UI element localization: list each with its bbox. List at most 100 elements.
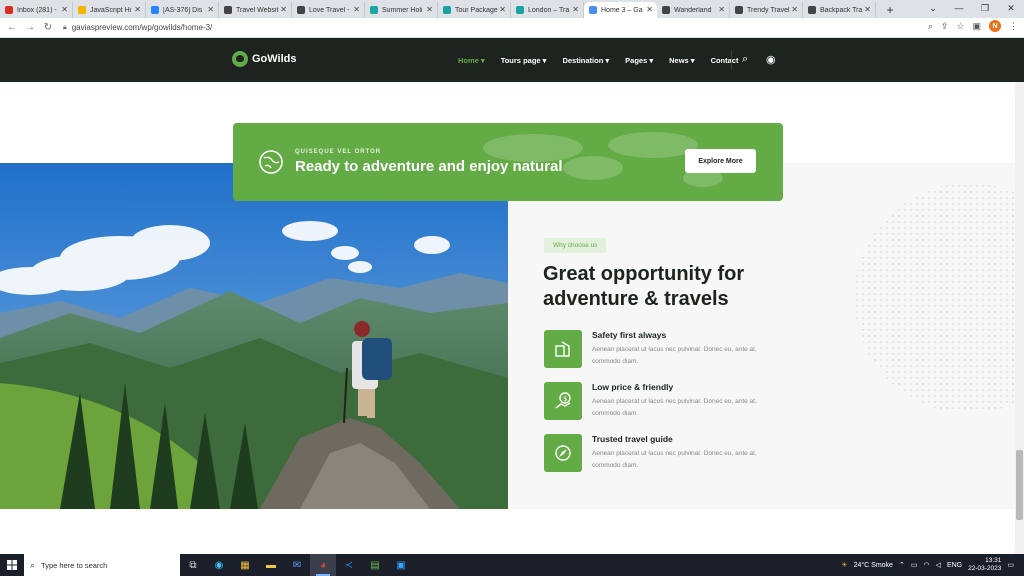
- minimize-icon[interactable]: —: [946, 0, 972, 18]
- nav-label: Home: [458, 55, 479, 65]
- back-icon[interactable]: ←: [3, 22, 21, 33]
- tab-label: JavaScript Hi: [90, 6, 132, 14]
- site-favicon-icon: [808, 6, 816, 14]
- zoom-icon[interactable]: ⌕: [928, 21, 933, 32]
- feature-item: Safety first always Aenean placerat ut l…: [544, 330, 794, 370]
- tray-chevron-icon[interactable]: ⌃: [899, 561, 905, 569]
- logo-globe-icon: [232, 51, 248, 67]
- weather-text[interactable]: 24°C Smoke: [854, 562, 893, 569]
- notification-icon[interactable]: ▭: [1007, 561, 1014, 569]
- browser-tab-strip: Inbox (281) - ✕ JavaScript Hi ✕ [AS-376] D…: [0, 0, 1024, 18]
- browser-tab[interactable]: Summer Holi ✕: [365, 2, 438, 18]
- why-headline: Great opportunity for adventure & travel…: [543, 263, 745, 310]
- notepad-icon[interactable]: ▤: [362, 554, 388, 576]
- close-tab-icon[interactable]: ✕: [353, 5, 360, 14]
- mail-icon[interactable]: ✉: [284, 554, 310, 576]
- close-tab-icon[interactable]: ✕: [864, 5, 871, 14]
- restore-icon[interactable]: ❐: [972, 0, 998, 18]
- browser-tab[interactable]: Tour Package ✕: [438, 2, 511, 18]
- close-tab-icon[interactable]: ✕: [646, 5, 653, 14]
- windows-taskbar: ⌕ Type here to search ⧉ ◉ ▦ ▬ ✉ ◕ ≺ ▤ ▣ …: [0, 554, 1024, 576]
- network-icon[interactable]: ▭: [911, 561, 918, 569]
- taskbar-search-field[interactable]: ⌕ Type here to search: [24, 554, 180, 576]
- clock-date: 22-03-2023: [968, 565, 1002, 572]
- browser-tab-active[interactable]: Home 3 – Ga ✕: [584, 2, 657, 18]
- close-tab-icon[interactable]: ✕: [718, 5, 725, 14]
- lock-icon[interactable]: 🔒︎: [63, 24, 67, 32]
- site-favicon-icon: [662, 6, 670, 14]
- tab-label: Trendy Travel: [747, 6, 790, 14]
- close-window-icon[interactable]: ✕: [998, 0, 1024, 18]
- reload-icon[interactable]: ↻: [39, 22, 57, 33]
- bookmark-star-icon[interactable]: ☆: [956, 21, 964, 32]
- nav-item-destination[interactable]: Destination ▾: [562, 56, 609, 65]
- close-tab-icon[interactable]: ✕: [134, 5, 141, 14]
- price-icon: $: [544, 382, 582, 420]
- nav-item-tours[interactable]: Tours page ▾: [501, 56, 547, 65]
- browser-tab[interactable]: Travel Websit ✕: [219, 2, 292, 18]
- gmail-favicon-icon: [5, 6, 13, 14]
- feature-description: Aenean placerat ut lacus nec pulvinar. D…: [592, 398, 757, 417]
- vscode-icon[interactable]: ≺: [336, 554, 362, 576]
- close-tab-icon[interactable]: ✕: [61, 5, 68, 14]
- explore-more-button[interactable]: Explore More: [685, 149, 756, 173]
- search-icon[interactable]: ⌕: [742, 53, 748, 66]
- edge-icon[interactable]: ◉: [206, 554, 232, 576]
- browser-tab[interactable]: London – Tra ✕: [511, 2, 584, 18]
- close-tab-icon[interactable]: ✕: [499, 5, 506, 14]
- browser-tab[interactable]: [AS-376] Dis ✕: [146, 2, 219, 18]
- clock-time: 13:31: [985, 557, 1002, 564]
- feature-description: Aenean placerat ut lacus nec pulvinar. D…: [592, 450, 757, 469]
- sidepanel-icon[interactable]: ▣: [972, 21, 981, 32]
- share-icon[interactable]: ⇪: [941, 21, 949, 32]
- tab-label: Home 3 – Ga: [601, 6, 643, 14]
- close-tab-icon[interactable]: ✕: [426, 5, 433, 14]
- account-icon[interactable]: ◉: [766, 53, 776, 66]
- tab-label: Travel Websit: [236, 6, 279, 14]
- address-bar: ← → ↻ 🔒︎ gaviaspreview.com/wp/gowilds/ho…: [0, 18, 1024, 38]
- browser-tab[interactable]: Inbox (281) - ✕: [0, 2, 73, 18]
- windows-start-icon[interactable]: [0, 554, 24, 576]
- profile-avatar[interactable]: N: [989, 20, 1001, 32]
- nav-item-home[interactable]: Home ▾: [458, 56, 485, 65]
- browser-tab[interactable]: Trendy Travel ✕: [730, 2, 803, 18]
- close-tab-icon[interactable]: ✕: [572, 5, 579, 14]
- url-field[interactable]: 🔒︎ gaviaspreview.com/wp/gowilds/home-3/: [63, 20, 913, 35]
- browser-tab[interactable]: Backpack Tra ✕: [803, 2, 876, 18]
- nav-item-contact[interactable]: Contact: [711, 56, 739, 65]
- new-tab-button[interactable]: +: [882, 2, 898, 18]
- nav-item-pages[interactable]: Pages ▾: [625, 56, 653, 65]
- tab-search-icon[interactable]: ⌄: [920, 0, 946, 18]
- volume-icon[interactable]: ◁: [936, 561, 941, 569]
- taskbar-clock[interactable]: 13:31 22-03-2023: [968, 557, 1001, 573]
- language-indicator[interactable]: ENG: [947, 562, 962, 569]
- browser-tab[interactable]: Wanderland ✕: [657, 2, 730, 18]
- tab-label: Summer Holi: [382, 6, 423, 14]
- forward-icon[interactable]: →: [21, 22, 39, 33]
- store-icon[interactable]: ▦: [232, 554, 258, 576]
- browser-tab[interactable]: Love Travel - ✕: [292, 2, 365, 18]
- page-scrollbar[interactable]: [1015, 82, 1024, 554]
- wifi-icon[interactable]: ◠: [923, 561, 929, 569]
- banner-kicker: QUISEQUE VEL ORTOR: [295, 149, 382, 155]
- photoshop-icon[interactable]: ▣: [388, 554, 414, 576]
- tab-label: [AS-376] Dis: [163, 6, 203, 14]
- nav-label: News: [669, 55, 689, 65]
- more-menu-icon[interactable]: ⋮: [1009, 21, 1018, 32]
- search-icon: ⌕: [30, 559, 36, 570]
- close-tab-icon[interactable]: ✕: [791, 5, 798, 14]
- nav-item-news[interactable]: News ▾: [669, 56, 694, 65]
- chrome-icon[interactable]: ◕: [310, 554, 336, 576]
- browser-tab[interactable]: JavaScript Hi ✕: [73, 2, 146, 18]
- task-view-icon[interactable]: ⧉: [180, 554, 206, 576]
- dotted-pattern-decoration: [854, 183, 1024, 413]
- close-tab-icon[interactable]: ✕: [280, 5, 287, 14]
- site-logo[interactable]: GoWilds: [232, 51, 297, 67]
- url-text: gaviaspreview.com/wp/gowilds/home-3/: [71, 23, 213, 32]
- guide-icon: [544, 434, 582, 472]
- close-tab-icon[interactable]: ✕: [207, 5, 214, 14]
- search-placeholder: Type here to search: [41, 560, 108, 570]
- scrollbar-thumb[interactable]: [1016, 450, 1023, 520]
- file-explorer-icon[interactable]: ▬: [258, 554, 284, 576]
- site-favicon-icon: [78, 6, 86, 14]
